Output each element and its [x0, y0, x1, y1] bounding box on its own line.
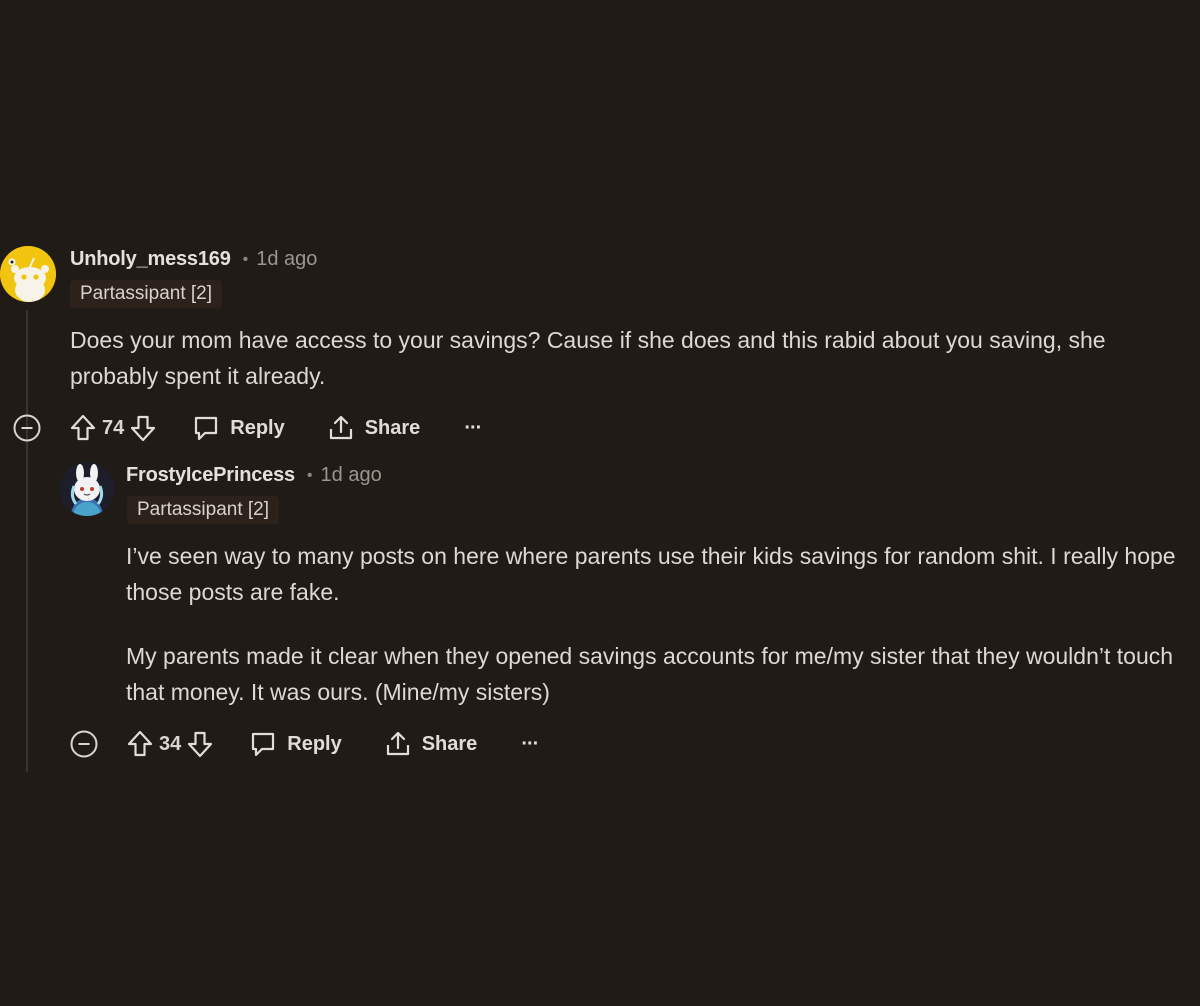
avatar[interactable]: [0, 246, 56, 302]
downvote-button[interactable]: [130, 414, 156, 442]
share-button[interactable]: Share: [384, 730, 478, 758]
timestamp[interactable]: 1d ago: [256, 248, 317, 271]
share-label: Share: [364, 416, 421, 439]
share-button[interactable]: Share: [327, 414, 421, 442]
comment-actions: 34 Reply Share ···: [69, 724, 539, 764]
comment-meta: Unholy_mess169 • 1d ago: [70, 248, 317, 271]
comment-body: Does your mom have access to your saving…: [70, 327, 1106, 389]
collapse-button[interactable]: [12, 413, 42, 443]
username[interactable]: Unholy_mess169: [70, 248, 231, 271]
upvote-button[interactable]: [127, 730, 153, 758]
share-upload-icon: [329, 415, 352, 440]
thread-line[interactable]: [26, 310, 28, 772]
meta-separator: •: [306, 466, 313, 484]
more-options-button[interactable]: ···: [464, 416, 482, 440]
collapse-icon: [13, 414, 41, 442]
ellipsis-icon: ···: [464, 416, 482, 439]
vote-count: 34: [159, 732, 182, 755]
downvote-arrow-icon: [188, 731, 213, 758]
comment-bubble-icon: [252, 732, 275, 757]
comment-body-paragraph: I’ve seen way to many posts on here wher…: [126, 543, 1176, 605]
downvote-arrow-icon: [131, 415, 156, 442]
snoo-avatar-icon: [0, 246, 56, 302]
ellipsis-icon: ···: [521, 732, 539, 755]
share-upload-icon: [386, 731, 409, 756]
collapse-icon: [70, 730, 98, 758]
avatar[interactable]: [60, 462, 114, 516]
comment-bubble-icon: [195, 416, 218, 441]
collapse-button[interactable]: [69, 729, 99, 759]
upvote-arrow-icon: [127, 730, 153, 757]
reply-button[interactable]: Reply: [249, 730, 342, 758]
reply-label: Reply: [230, 416, 285, 439]
comment-actions: 74 Reply Share ···: [12, 408, 482, 448]
meta-separator: •: [242, 250, 249, 268]
more-options-button[interactable]: ···: [521, 732, 539, 756]
comment-body-paragraph: My parents made it clear when they opene…: [126, 643, 1174, 705]
bunny-character-avatar-icon: [60, 462, 114, 516]
user-flair: Partassipant [2]: [127, 496, 280, 524]
upvote-arrow-icon: [70, 414, 96, 441]
vote-count: 74: [102, 416, 125, 439]
timestamp[interactable]: 1d ago: [321, 464, 382, 487]
user-flair: Partassipant [2]: [70, 280, 223, 308]
username[interactable]: FrostyIcePrincess: [126, 464, 295, 487]
share-label: Share: [421, 732, 478, 755]
downvote-button[interactable]: [187, 730, 213, 758]
comment-meta: FrostyIcePrincess • 1d ago: [126, 464, 382, 487]
upvote-button[interactable]: [70, 414, 96, 442]
reply-button[interactable]: Reply: [192, 414, 285, 442]
reply-label: Reply: [287, 732, 342, 755]
